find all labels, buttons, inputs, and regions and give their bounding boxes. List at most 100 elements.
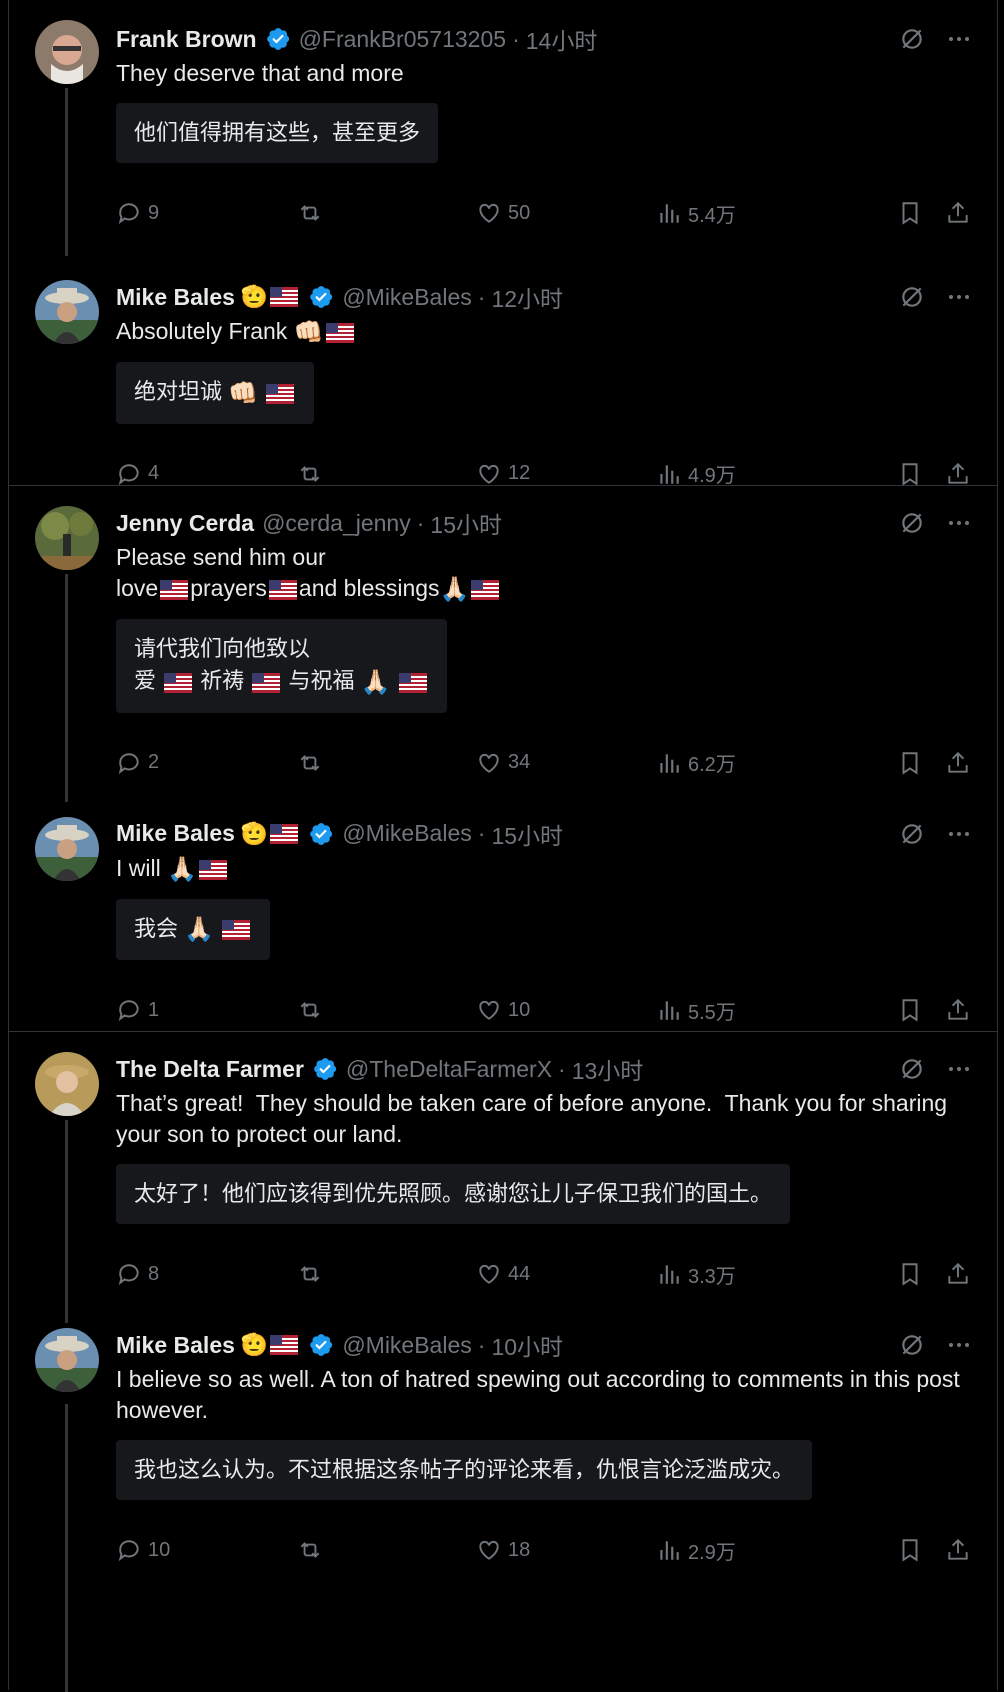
post-time[interactable]: 10小时 <box>491 1328 563 1362</box>
us-flag-icon <box>160 579 189 600</box>
reply-button[interactable]: 9 <box>116 200 296 226</box>
views-button[interactable]: 2.9万 <box>656 1536 836 1565</box>
avatar[interactable] <box>35 506 99 570</box>
author-handle[interactable]: @MikeBales <box>342 820 471 847</box>
share-icon[interactable] <box>945 1261 971 1287</box>
like-button[interactable]: 50 <box>476 200 656 226</box>
bookmark-icon[interactable] <box>897 1261 923 1287</box>
avatar[interactable] <box>35 20 99 84</box>
author-name[interactable]: Jenny Cerda <box>116 510 254 537</box>
bookmark-icon[interactable] <box>897 200 923 226</box>
grok-icon[interactable] <box>899 510 925 536</box>
reply-post[interactable]: The Delta Farmer @TheDeltaFarmerX · 13小时… <box>9 1032 997 1294</box>
views-button[interactable]: 6.2万 <box>656 748 836 777</box>
reply-post[interactable]: Mike Bales 🫡 @MikeBales · 15小时 I will 🙏🏻… <box>9 797 997 1031</box>
share-icon[interactable] <box>945 750 971 776</box>
author-handle[interactable]: @MikeBales <box>342 284 471 311</box>
retweet-button[interactable] <box>296 1261 476 1287</box>
more-icon[interactable] <box>947 511 971 535</box>
like-icon <box>476 997 502 1023</box>
author-name[interactable]: Mike Bales <box>116 1332 235 1359</box>
share-icon[interactable] <box>945 200 971 226</box>
reply-button[interactable]: 2 <box>116 750 296 776</box>
reply-button[interactable]: 1 <box>116 997 296 1023</box>
author-handle[interactable]: @cerda_jenny <box>262 510 411 537</box>
more-icon[interactable] <box>947 285 971 309</box>
views-icon <box>656 1537 682 1563</box>
reply-button[interactable]: 8 <box>116 1261 296 1287</box>
post-time[interactable]: 15小时 <box>491 817 563 851</box>
action-bar: 1 10 5.5万 <box>116 990 971 1030</box>
reply-post[interactable]: Jenny Cerda @cerda_jenny · 15小时 Please s… <box>9 486 997 783</box>
share-icon[interactable] <box>945 1537 971 1563</box>
views-button[interactable]: 5.4万 <box>656 199 836 228</box>
like-button[interactable]: 12 <box>476 461 656 487</box>
reply-button[interactable]: 4 <box>116 461 296 487</box>
like-button[interactable]: 18 <box>476 1537 656 1563</box>
views-button[interactable]: 5.5万 <box>656 996 836 1025</box>
author-name[interactable]: Mike Bales <box>116 284 235 311</box>
share-icon[interactable] <box>945 997 971 1023</box>
like-button[interactable]: 10 <box>476 997 656 1023</box>
avatar[interactable] <box>35 280 99 344</box>
bookmark-icon[interactable] <box>897 461 923 487</box>
more-icon[interactable] <box>947 822 971 846</box>
post-time[interactable]: 13小时 <box>572 1052 644 1086</box>
post-time[interactable]: 14小时 <box>526 22 598 56</box>
author-handle[interactable]: @FrankBr05713205 <box>299 26 506 53</box>
verified-badge-icon <box>308 821 334 847</box>
retweet-button[interactable] <box>296 750 476 776</box>
like-button[interactable]: 34 <box>476 750 656 776</box>
reply-icon <box>116 1261 142 1287</box>
avatar[interactable] <box>35 816 99 881</box>
bookmark-icon[interactable] <box>897 750 923 776</box>
avatar[interactable] <box>35 1052 99 1116</box>
post-time[interactable]: 15小时 <box>430 506 502 540</box>
bookmark-icon[interactable] <box>897 1537 923 1563</box>
folded-hands-icon: 🙏🏻 <box>360 668 391 696</box>
author-name[interactable]: Mike Bales <box>116 820 235 847</box>
translation-box: 绝对坦诚 👊🏻 <box>116 362 315 424</box>
retweet-icon <box>296 1537 324 1563</box>
reply-icon <box>116 1537 142 1563</box>
author-handle[interactable]: @TheDeltaFarmerX <box>346 1056 552 1083</box>
like-count: 12 <box>508 462 531 485</box>
more-icon[interactable] <box>947 1057 971 1081</box>
bookmark-icon[interactable] <box>897 997 923 1023</box>
translation-box: 他们值得拥有这些，甚至更多 <box>116 103 439 163</box>
grok-icon[interactable] <box>899 1056 925 1082</box>
folded-hands-icon: 🙏🏻 <box>439 576 470 604</box>
post-text: I will 🙏🏻 <box>116 853 971 885</box>
view-count: 4.9万 <box>688 465 736 488</box>
retweet-button[interactable] <box>296 461 476 487</box>
grok-icon[interactable] <box>899 1332 925 1358</box>
avatar[interactable] <box>35 1328 99 1392</box>
reply-post[interactable]: Mike Bales 🫡 @MikeBales · 12小时 Absolutel… <box>9 262 997 494</box>
reply-post[interactable]: Mike Bales 🫡 @MikeBales · 10小时 I believe… <box>9 1308 997 1570</box>
post-time[interactable]: 12小时 <box>491 280 563 314</box>
like-count: 44 <box>508 1262 531 1285</box>
views-button[interactable]: 4.9万 <box>656 459 836 488</box>
views-button[interactable]: 3.3万 <box>656 1260 836 1289</box>
grok-icon[interactable] <box>899 821 925 847</box>
post-text: Please send him our love prayers and blessi… <box>116 542 971 605</box>
author-name[interactable]: The Delta Farmer <box>116 1056 304 1083</box>
reply-icon <box>116 997 142 1023</box>
reply-button[interactable]: 10 <box>116 1537 296 1563</box>
retweet-icon <box>296 461 324 487</box>
more-icon[interactable] <box>947 1333 971 1357</box>
reply-post[interactable]: Frank Brown @FrankBr05713205 · 14小时 They… <box>9 0 997 262</box>
like-button[interactable]: 44 <box>476 1261 656 1287</box>
more-icon[interactable] <box>947 27 971 51</box>
retweet-button[interactable] <box>296 997 476 1023</box>
retweet-button[interactable] <box>296 200 476 226</box>
share-icon[interactable] <box>945 461 971 487</box>
grok-icon[interactable] <box>899 284 925 310</box>
retweet-button[interactable] <box>296 1537 476 1563</box>
view-count: 5.4万 <box>688 204 736 227</box>
grok-icon[interactable] <box>899 26 925 52</box>
action-bar: 8 44 3.3万 <box>116 1254 971 1294</box>
reply-count: 4 <box>148 462 160 485</box>
author-handle[interactable]: @MikeBales <box>342 1332 471 1359</box>
author-name[interactable]: Frank Brown <box>116 26 257 53</box>
